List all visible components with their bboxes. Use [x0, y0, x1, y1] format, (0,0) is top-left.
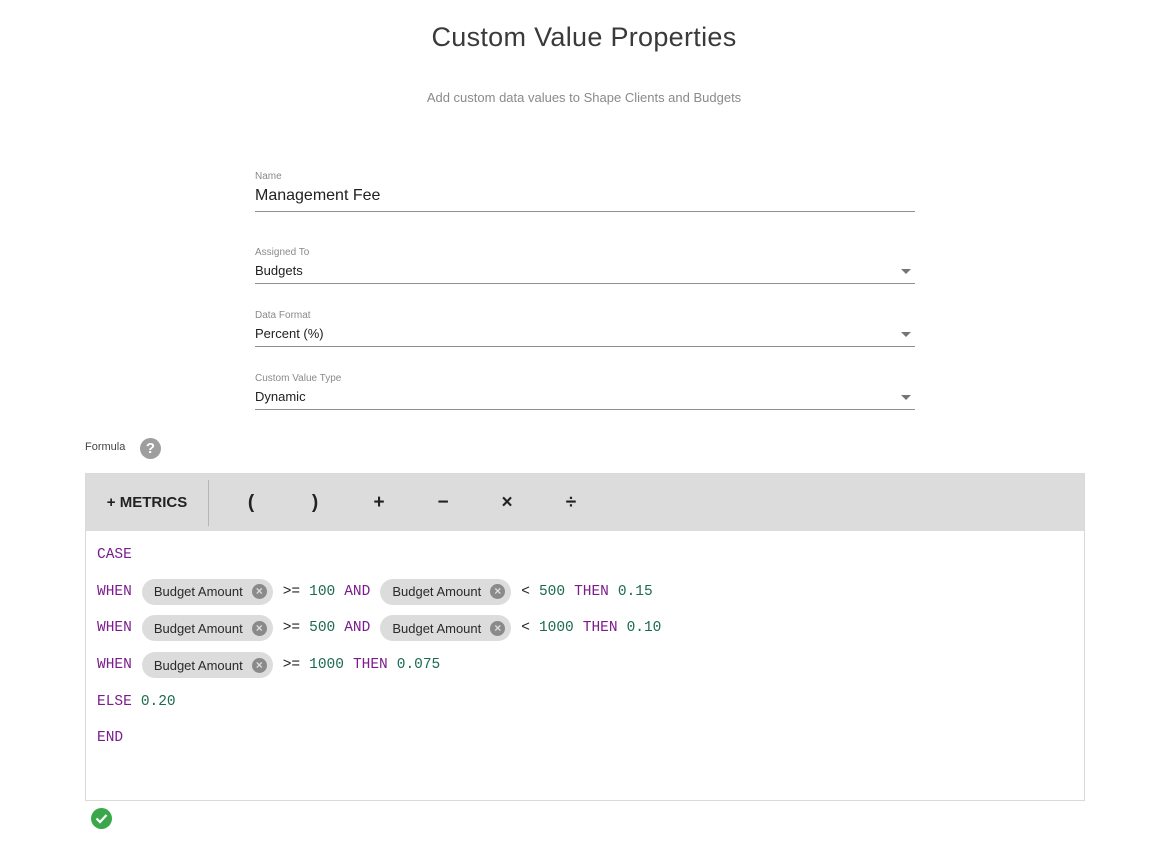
- operator-token: <: [521, 620, 530, 637]
- minus-button[interactable]: −: [428, 474, 458, 531]
- metric-chip[interactable]: Budget Amount ×: [141, 652, 273, 679]
- number-token: 0.10: [626, 620, 662, 637]
- number-token: 500: [309, 620, 336, 637]
- custom-value-properties-page: Custom Value Properties Add custom data …: [0, 0, 1150, 847]
- dropdown-arrow-icon[interactable]: [901, 269, 911, 274]
- assigned-to-select[interactable]: Assigned To Budgets: [255, 247, 915, 284]
- formula-line: WHEN Budget Amount × >= 100 AND Budget Amount ×…: [97, 574, 1084, 611]
- multiply-button[interactable]: ×: [492, 474, 522, 531]
- dropdown-arrow-icon[interactable]: [901, 332, 911, 337]
- number-token: 0.075: [396, 657, 441, 674]
- assigned-to-label: Assigned To: [255, 247, 310, 258]
- page-title: Custom Value Properties: [431, 22, 737, 52]
- metric-chip-label: Budget Amount: [392, 584, 482, 600]
- data-format-selected: Percent (%): [255, 326, 324, 341]
- keyword-token: THEN: [582, 620, 618, 637]
- metric-chip-label: Budget Amount: [153, 584, 243, 600]
- metric-chip[interactable]: Budget Amount ×: [141, 615, 273, 642]
- custom-value-type-selected: Dynamic: [255, 389, 306, 404]
- metric-chip[interactable]: Budget Amount ×: [380, 578, 512, 605]
- keyword-token: THEN: [352, 657, 388, 674]
- keyword-token: WHEN: [97, 583, 132, 600]
- data-format-value[interactable]: Percent (%): [255, 323, 915, 347]
- keyword-token: CASE: [97, 547, 132, 564]
- custom-value-type-select[interactable]: Custom Value Type Dynamic: [255, 373, 915, 410]
- add-metrics-button[interactable]: + METRICS: [86, 474, 208, 531]
- metric-chip-label: Budget Amount: [153, 657, 243, 673]
- metric-chip-label: Budget Amount: [392, 620, 482, 636]
- remove-chip-icon[interactable]: ×: [251, 657, 267, 673]
- open-paren-button[interactable]: (: [236, 474, 266, 531]
- remove-chip-icon[interactable]: ×: [490, 620, 506, 636]
- data-format-select[interactable]: Data Format Percent (%): [255, 310, 915, 347]
- name-label: Name: [255, 171, 282, 182]
- name-input[interactable]: Management Fee: [255, 184, 915, 212]
- number-token: 1000: [309, 657, 344, 674]
- metric-chip-label: Budget Amount: [153, 620, 243, 636]
- keyword-token: THEN: [574, 583, 609, 600]
- metric-chip[interactable]: Budget Amount ×: [141, 578, 273, 605]
- data-format-label: Data Format: [255, 310, 311, 321]
- keyword-token: END: [97, 730, 124, 747]
- formula-line: END: [97, 720, 1084, 757]
- dropdown-arrow-icon[interactable]: [901, 395, 911, 400]
- help-icon[interactable]: ?: [140, 438, 161, 459]
- number-token: 1000: [538, 620, 574, 637]
- formula-line: CASE: [97, 537, 1084, 574]
- operator-token: <: [521, 583, 530, 600]
- number-token: 0.20: [140, 693, 176, 710]
- check-circle-icon: [91, 808, 112, 829]
- toolbar-divider: [208, 479, 209, 526]
- operator-token: >=: [282, 620, 301, 637]
- plus-button[interactable]: +: [364, 474, 394, 531]
- formula-line: WHEN Budget Amount × >= 1000 THEN 0.075: [97, 647, 1084, 684]
- keyword-token: WHEN: [97, 620, 132, 637]
- custom-value-type-value[interactable]: Dynamic: [255, 386, 915, 410]
- operator-token: >=: [282, 657, 301, 674]
- number-token: 100: [309, 583, 336, 600]
- name-field[interactable]: Name Management Fee: [255, 171, 915, 212]
- page-subtitle: Add custom data values to Shape Clients …: [426, 90, 742, 105]
- number-token: 500: [538, 583, 566, 600]
- formula-code-area[interactable]: CASE WHEN Budget Amount × >= 100 AND Budget Amo…: [86, 531, 1084, 757]
- remove-chip-icon[interactable]: ×: [490, 584, 506, 600]
- keyword-token: WHEN: [97, 657, 132, 674]
- remove-chip-icon[interactable]: ×: [251, 620, 267, 636]
- remove-chip-icon[interactable]: ×: [251, 584, 267, 600]
- metric-chip[interactable]: Budget Amount ×: [380, 615, 512, 642]
- keyword-token: AND: [344, 583, 371, 600]
- operator-token: >=: [282, 583, 301, 600]
- keyword-token: ELSE: [97, 693, 132, 710]
- custom-value-type-label: Custom Value Type: [255, 373, 342, 384]
- divide-button[interactable]: ÷: [556, 474, 586, 531]
- assigned-to-value[interactable]: Budgets: [255, 260, 915, 284]
- close-paren-button[interactable]: ): [300, 474, 330, 531]
- formula-label: Formula: [85, 441, 126, 453]
- formula-line: WHEN Budget Amount × >= 500 AND Budget Amount ×…: [97, 610, 1084, 647]
- assigned-to-selected: Budgets: [255, 263, 303, 278]
- number-token: 0.15: [617, 583, 653, 600]
- formula-line: ELSE 0.20: [97, 683, 1084, 720]
- keyword-token: AND: [344, 620, 371, 637]
- formula-toolbar: + METRICS ( ) + − × ÷: [86, 474, 1084, 531]
- formula-editor[interactable]: + METRICS ( ) + − × ÷ CASE WHEN Budget Amo…: [85, 473, 1085, 801]
